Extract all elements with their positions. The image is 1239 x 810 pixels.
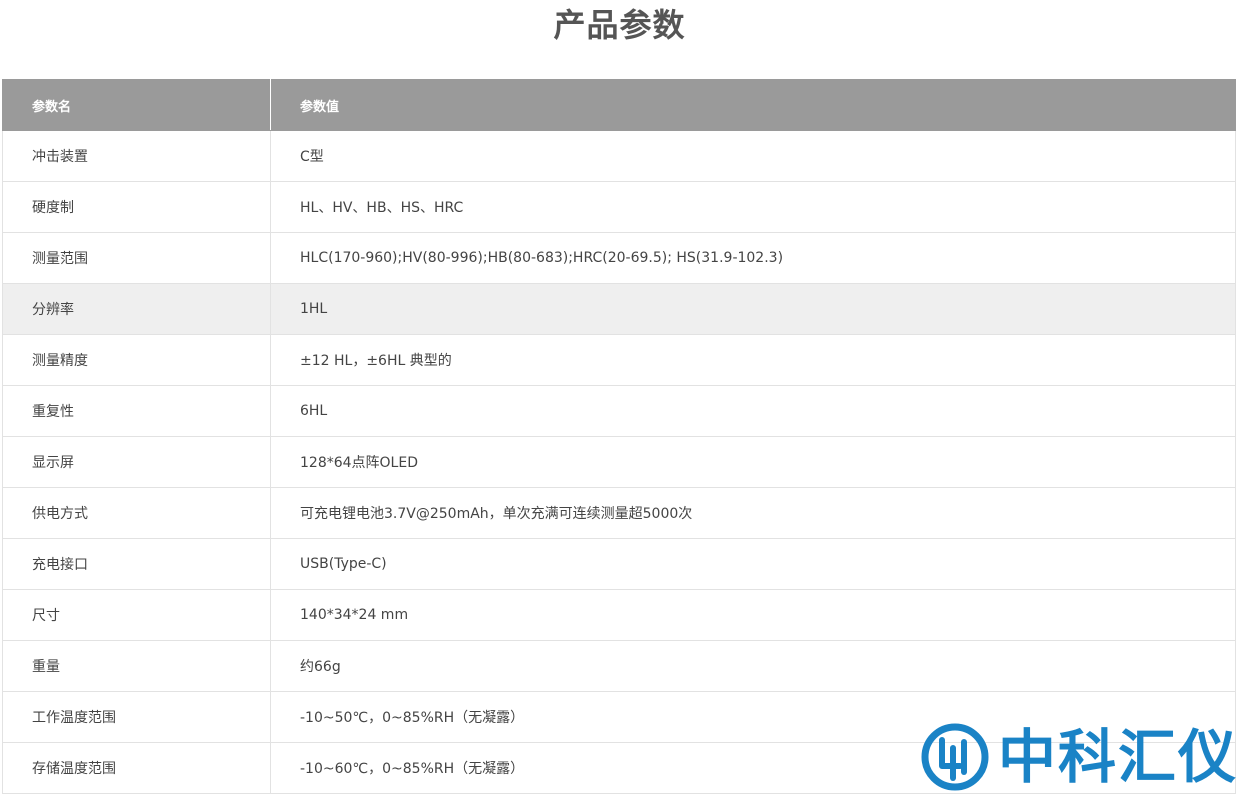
param-name-cell: 测量范围 — [2, 232, 271, 284]
table-row: 测量精度 ±12 HL，±6HL 典型的 — [2, 334, 1236, 386]
param-name-cell: 重复性 — [2, 385, 271, 437]
param-value-cell: HLC(170-960);HV(80-996);HB(80-683);HRC(2… — [270, 232, 1236, 284]
brand-watermark-text: 中科汇仪 — [998, 723, 1239, 791]
param-name-cell: 冲击装置 — [2, 130, 271, 182]
param-value-cell: ±12 HL，±6HL 典型的 — [270, 334, 1236, 386]
param-name-cell: 存储温度范围 — [2, 742, 271, 794]
param-value-cell: 128*64点阵OLED — [270, 436, 1236, 488]
param-name-cell: 供电方式 — [2, 487, 271, 539]
table-row: 显示屏 128*64点阵OLED — [2, 436, 1236, 488]
table-row-hovered: 分辨率 1HL — [2, 283, 1236, 335]
table-row: 硬度制 HL、HV、HB、HS、HRC — [2, 181, 1236, 233]
page-title: 产品参数 — [553, 6, 686, 44]
table-row: 测量范围 HLC(170-960);HV(80-996);HB(80-683);… — [2, 232, 1236, 284]
param-name-cell: 重量 — [2, 640, 271, 692]
header-param-name: 参数名 — [2, 79, 271, 131]
param-value-cell: 6HL — [270, 385, 1236, 437]
param-value-cell: C型 — [270, 130, 1236, 182]
table-row: 充电接口 USB(Type-C) — [2, 538, 1236, 590]
param-name-cell: 尺寸 — [2, 589, 271, 641]
table-row: 供电方式 可充电锂电池3.7V@250mAh，单次充满可连续测量超5000次 — [2, 487, 1236, 539]
param-value-cell: 140*34*24 mm — [270, 589, 1236, 641]
table-row: 重复性 6HL — [2, 385, 1236, 437]
header-param-value: 参数值 — [270, 79, 1236, 131]
param-name-cell: 工作温度范围 — [2, 691, 271, 743]
param-value-cell: HL、HV、HB、HS、HRC — [270, 181, 1236, 233]
table-row: 尺寸 140*34*24 mm — [2, 589, 1236, 641]
param-name-cell: 充电接口 — [2, 538, 271, 590]
param-name-cell: 显示屏 — [2, 436, 271, 488]
param-value-cell: 约66g — [270, 640, 1236, 692]
brand-logo-icon — [921, 723, 989, 791]
param-value-cell: 可充电锂电池3.7V@250mAh，单次充满可连续测量超5000次 — [270, 487, 1236, 539]
table-header-row: 参数名 参数值 — [2, 79, 1236, 131]
table-row: 重量 约66g — [2, 640, 1236, 692]
brand-watermark: 中科汇仪 — [920, 722, 1236, 792]
table-row: 冲击装置 C型 — [2, 130, 1236, 182]
param-value-cell: USB(Type-C) — [270, 538, 1236, 590]
param-value-cell: 1HL — [270, 283, 1236, 335]
param-name-cell: 测量精度 — [2, 334, 271, 386]
parameter-table: 参数名 参数值 冲击装置 C型 硬度制 HL、HV、HB、HS、HRC 测量范围… — [2, 79, 1236, 794]
param-name-cell: 分辨率 — [2, 283, 271, 335]
param-name-cell: 硬度制 — [2, 181, 271, 233]
